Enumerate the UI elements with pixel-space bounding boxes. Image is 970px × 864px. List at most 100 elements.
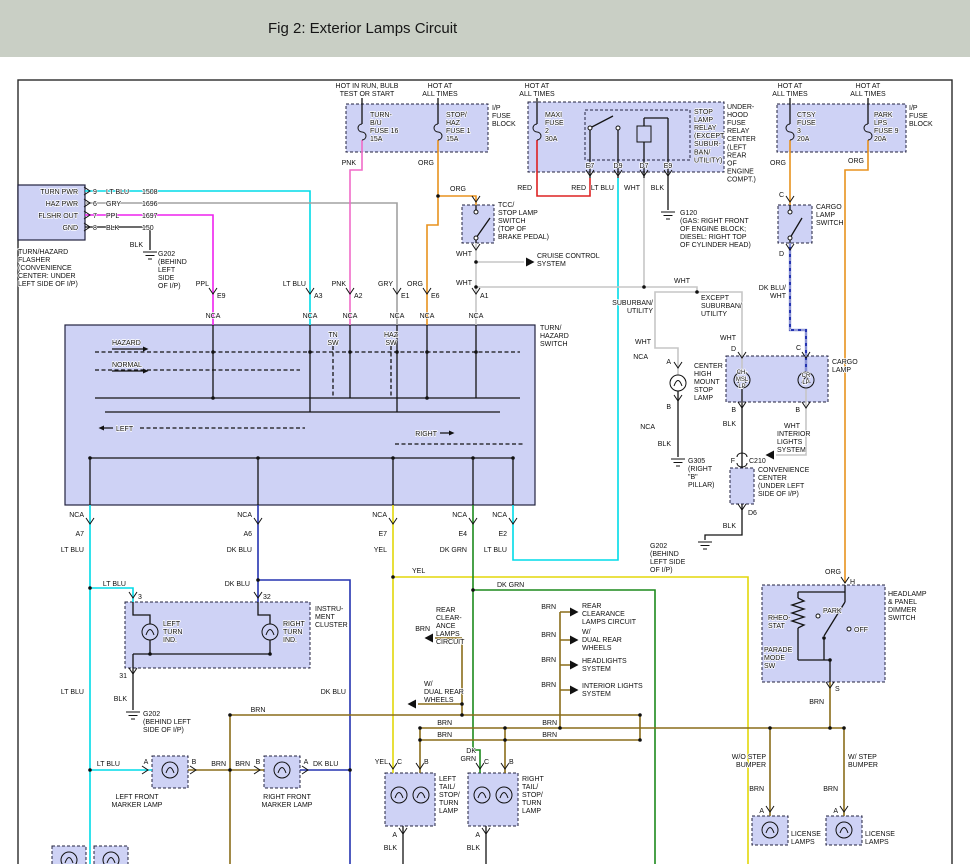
convenience-center-box bbox=[730, 468, 754, 504]
arrow-right-icon bbox=[570, 686, 579, 695]
wire-color-label: WHT bbox=[456, 251, 473, 258]
wire-color-label: NCA bbox=[237, 512, 252, 519]
switch-position-label: OFF bbox=[854, 627, 868, 634]
pin-label: D9 bbox=[614, 163, 623, 170]
switch-label: LEFT bbox=[116, 426, 134, 433]
block-label: I/PFUSEBLOCK bbox=[492, 105, 516, 128]
component-label: LEFT FRONTMARKER LAMP bbox=[112, 794, 163, 809]
wire-color-label: WHT bbox=[635, 339, 652, 346]
system-ref-label: INTERIOR LIGHTSSYSTEM bbox=[582, 683, 643, 698]
component-label: TURN/HAZARDSWITCH bbox=[540, 325, 569, 348]
pin-label: C bbox=[397, 759, 402, 766]
component-label: LEFTTAIL/STOP/TURNLAMP bbox=[439, 776, 460, 815]
license-lamp-box-2 bbox=[826, 816, 862, 845]
wire-color-label: BRN bbox=[541, 657, 556, 664]
ground-icon bbox=[698, 542, 712, 549]
wire-color-label: LT BLU bbox=[61, 689, 84, 696]
ground-label: G305(RIGHT"B"PILLAR) bbox=[688, 458, 714, 489]
connector-label: C210 bbox=[749, 458, 766, 465]
wire-color-label: LT BLU bbox=[103, 581, 126, 588]
wire-color-label: PNK bbox=[342, 160, 357, 167]
wire-color-label: LT BLU bbox=[106, 189, 129, 196]
wire-color-label: YEL bbox=[374, 547, 387, 554]
pin-label: 3 bbox=[138, 594, 142, 601]
wire-color-label: ORG bbox=[407, 281, 423, 288]
wire-color-label: GRY bbox=[378, 281, 393, 288]
wire-color-label: WHT bbox=[456, 280, 473, 287]
pin-label: E9 bbox=[217, 293, 226, 300]
wire-color-label: BRN bbox=[823, 786, 838, 793]
component-label: TCC/STOP LAMPSWITCH(TOP OFBRAKE PEDAL) bbox=[498, 202, 549, 241]
wire-color-label: GRY bbox=[106, 201, 121, 208]
wire-color-label: NCA bbox=[206, 313, 221, 320]
switch-position-label: PARK bbox=[823, 608, 842, 615]
lamp-icon bbox=[670, 375, 686, 391]
pin-label: A2 bbox=[354, 293, 363, 300]
wire-color-label: PPL bbox=[196, 281, 209, 288]
left-marker-lamp-box bbox=[152, 756, 188, 788]
ground-icon bbox=[661, 212, 675, 219]
block-label: UNDER-HOODFUSERELAYCENTER(LEFTREAROFENGI… bbox=[727, 104, 756, 183]
lamp-label: CRLP bbox=[802, 373, 811, 386]
ground-icon bbox=[143, 252, 157, 259]
pin-label: A7 bbox=[75, 531, 84, 538]
pin-label: S bbox=[835, 686, 840, 693]
wire-color-label: BRN bbox=[437, 732, 452, 739]
ground-icon bbox=[671, 459, 685, 466]
wire-color-label: DK GRN bbox=[497, 582, 524, 589]
arrow-left-icon bbox=[766, 451, 775, 460]
wire-color-label: YEL bbox=[412, 568, 425, 575]
wire-color-label: BRN bbox=[541, 682, 556, 689]
pin-label: 31 bbox=[119, 673, 127, 680]
pin-label: C bbox=[779, 192, 784, 199]
system-ref-label: W/DUAL REARWHEELS bbox=[424, 681, 464, 704]
pin-label: B bbox=[192, 759, 197, 766]
wire-color-label: BRN bbox=[809, 699, 824, 706]
pin-label: A6 bbox=[243, 531, 252, 538]
variant-label: W/ STEPBUMPER bbox=[848, 754, 878, 769]
switch-label: RIGHT bbox=[415, 431, 438, 438]
arrow-left-icon bbox=[408, 700, 417, 709]
wire-color-label: BLK bbox=[384, 845, 398, 852]
wire-color-label: NCA bbox=[492, 512, 507, 519]
pin-label: H bbox=[850, 579, 855, 586]
wire-color-label: NCA bbox=[303, 313, 318, 320]
flasher-row-label: GND bbox=[62, 225, 78, 232]
component-label: CARGOLAMPSWITCH bbox=[816, 204, 844, 227]
wire-color-label: BLK bbox=[106, 225, 120, 232]
pin-label: C bbox=[484, 759, 489, 766]
wire-color-label: NCA bbox=[469, 313, 484, 320]
component-label: HEADLAMP& PANELDIMMERSWITCH bbox=[888, 591, 927, 622]
cargo-lamp-switch-box bbox=[778, 205, 812, 243]
wire-color-label: BLK bbox=[467, 845, 481, 852]
pin-label: 9 bbox=[93, 189, 97, 196]
ground-label: G202(BEHIND LEFTSIDE OF I/P) bbox=[143, 711, 192, 734]
right-marker-lamp-box bbox=[264, 756, 300, 788]
pin-label: D bbox=[731, 346, 736, 353]
pin-label: D7 bbox=[640, 163, 649, 170]
wire-color-label: BRN bbox=[211, 761, 226, 768]
wire-color-label: NCA bbox=[420, 313, 435, 320]
pin-label: E9 bbox=[664, 163, 673, 170]
pin-label: E7 bbox=[586, 163, 595, 170]
wire-color-label: ORG bbox=[450, 186, 466, 193]
ground-label: G202(BEHINDLEFT SIDEOF I/P) bbox=[650, 543, 686, 574]
arrow-right-icon bbox=[570, 608, 579, 617]
wire-color-label: BRN bbox=[251, 707, 266, 714]
wire-color-label: DK BLU bbox=[227, 547, 252, 554]
wire-color-label: LT BLU bbox=[283, 281, 306, 288]
flasher-row-label: FLSHR OUT bbox=[38, 213, 78, 220]
pin-label: F bbox=[731, 458, 735, 465]
ground-label: G202(BEHINDLEFTSIDEOF I/P) bbox=[158, 251, 187, 290]
wire-color-label: NCA bbox=[390, 313, 405, 320]
wire-color-label: BLK bbox=[658, 441, 672, 448]
pin-label: 7 bbox=[93, 213, 97, 220]
circuit-label: 150 bbox=[142, 225, 154, 232]
page: { "header": { "title": "Fig 2: Exterior … bbox=[0, 0, 970, 864]
component-label: RIGHTTAIL/STOP/TURNLAMP bbox=[522, 776, 545, 815]
wire-color-label: BLK bbox=[723, 421, 737, 428]
arrow-right-icon bbox=[570, 661, 579, 670]
wire-color-label: NCA bbox=[372, 512, 387, 519]
system-ref-label: REARCLEAR-ANCELAMPSCIRCUIT bbox=[436, 607, 465, 646]
system-ref-label: HEADLIGHTSSYSTEM bbox=[582, 658, 627, 673]
